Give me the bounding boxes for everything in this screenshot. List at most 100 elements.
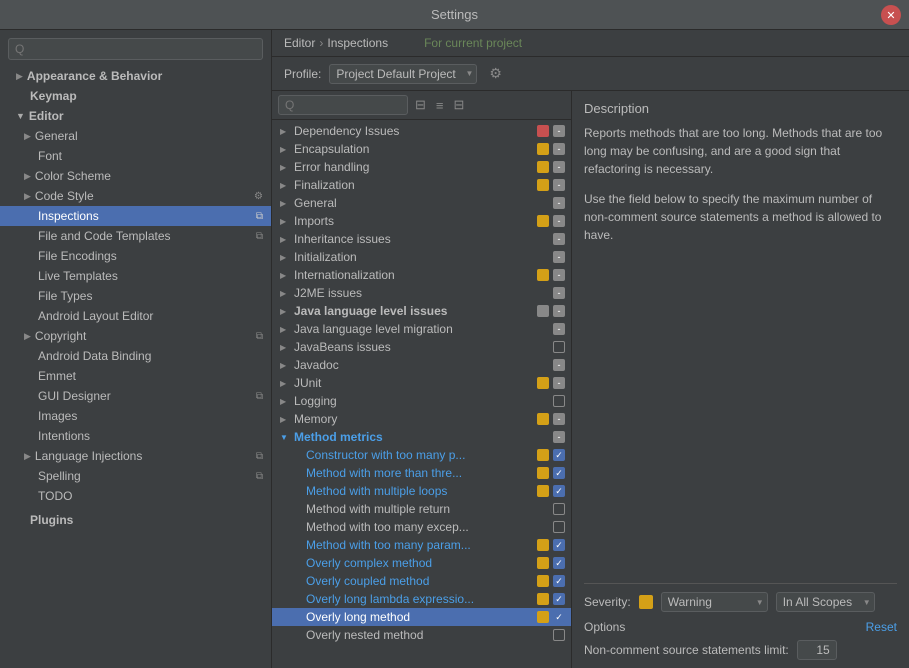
checkbox[interactable]: ✓ xyxy=(553,593,565,605)
gear-button[interactable]: ⚙ xyxy=(485,63,506,84)
sidebar-item-language-injections[interactable]: ▶ Language Injections ⧉ xyxy=(0,446,271,466)
inspection-item-j2me[interactable]: ▶ J2ME issues - xyxy=(272,284,571,302)
checkbox[interactable]: ✓ xyxy=(553,611,565,623)
item-label: Overly long method xyxy=(306,610,533,624)
sidebar-item-file-code-templates[interactable]: File and Code Templates ⧉ xyxy=(0,226,271,246)
inspection-item-dep-issues[interactable]: ▶ Dependency Issues - xyxy=(272,122,571,140)
checkbox[interactable] xyxy=(553,629,565,641)
sidebar-item-inspections[interactable]: Inspections ⧉ xyxy=(0,206,271,226)
sidebar-item-images[interactable]: Images xyxy=(0,406,271,426)
sidebar-item-intentions[interactable]: Intentions xyxy=(0,426,271,446)
inspection-item-javabeans[interactable]: ▶ JavaBeans issues xyxy=(272,338,571,356)
checkbox[interactable]: ✓ xyxy=(553,557,565,569)
checkbox[interactable]: ✓ xyxy=(553,539,565,551)
checkbox[interactable]: - xyxy=(553,431,565,443)
inspection-item-java-lang-mig[interactable]: ▶ Java language level migration - xyxy=(272,320,571,338)
noncmt-value-input[interactable] xyxy=(797,640,837,660)
inspections-search-input[interactable] xyxy=(278,95,408,115)
checkbox[interactable]: - xyxy=(553,377,565,389)
inspection-item-overly-long-method[interactable]: Overly long method ✓ xyxy=(272,608,571,626)
checkbox[interactable]: ✓ xyxy=(553,467,565,479)
checkbox[interactable]: - xyxy=(553,287,565,299)
sidebar-item-spelling[interactable]: Spelling ⧉ xyxy=(0,466,271,486)
profile-select[interactable]: Project Default Project xyxy=(329,64,477,84)
inspection-item-overly-coupled[interactable]: Overly coupled method ✓ xyxy=(272,572,571,590)
checkbox[interactable]: - xyxy=(553,305,565,317)
inspection-item-overly-long-lambda[interactable]: Overly long lambda expressio... ✓ xyxy=(272,590,571,608)
inspection-item-initialization[interactable]: ▶ Initialization - xyxy=(272,248,571,266)
checkbox[interactable]: ✓ xyxy=(553,575,565,587)
inspection-item-method-three[interactable]: Method with more than thre... ✓ xyxy=(272,464,571,482)
sort-button[interactable]: ≡ xyxy=(433,96,447,115)
severity-select[interactable]: Warning Error Info Weak Warning xyxy=(661,592,768,612)
options-panel: Severity: Warning Error Info Weak Warnin… xyxy=(572,584,909,668)
filter-button[interactable]: ⊟ xyxy=(412,95,429,115)
inspection-item-overly-complex[interactable]: Overly complex method ✓ xyxy=(272,554,571,572)
checkbox[interactable]: - xyxy=(553,359,565,371)
inspection-item-constructor[interactable]: Constructor with too many p... ✓ xyxy=(272,446,571,464)
inspection-item-encapsulation[interactable]: ▶ Encapsulation - xyxy=(272,140,571,158)
sidebar-item-live-templates[interactable]: Live Templates xyxy=(0,266,271,286)
checkbox[interactable]: - xyxy=(553,233,565,245)
inspection-item-too-many-except[interactable]: Method with too many excep... xyxy=(272,518,571,536)
sidebar-item-general[interactable]: ▶ General xyxy=(0,126,271,146)
sidebar-item-plugins[interactable]: Plugins xyxy=(0,510,271,530)
sidebar-item-android-data-binding[interactable]: Android Data Binding xyxy=(0,346,271,366)
inspection-item-multiple-loops[interactable]: Method with multiple loops ✓ xyxy=(272,482,571,500)
sidebar-item-label: Plugins xyxy=(30,513,73,527)
checkbox[interactable]: - xyxy=(553,215,565,227)
sidebar-item-file-types[interactable]: File Types xyxy=(0,286,271,306)
checkbox[interactable] xyxy=(553,521,565,533)
inspection-item-intl[interactable]: ▶ Internationalization - xyxy=(272,266,571,284)
checkbox[interactable]: - xyxy=(553,197,565,209)
checkbox[interactable]: ✓ xyxy=(553,485,565,497)
scope-select[interactable]: In All Scopes In Tests xyxy=(776,592,875,612)
sidebar-item-font[interactable]: Font xyxy=(0,146,271,166)
sidebar-item-code-style[interactable]: ▶ Code Style ⚙ xyxy=(0,186,271,206)
for-current-project-link[interactable]: For current project xyxy=(424,36,522,50)
inspection-item-inheritance[interactable]: ▶ Inheritance issues - xyxy=(272,230,571,248)
inspection-item-javadoc[interactable]: ▶ Javadoc - xyxy=(272,356,571,374)
sidebar-item-gui-designer[interactable]: GUI Designer ⧉ xyxy=(0,386,271,406)
severity-dot xyxy=(537,305,549,317)
checkbox[interactable] xyxy=(553,341,565,353)
inspection-item-overly-nested[interactable]: Overly nested method xyxy=(272,626,571,644)
checkbox[interactable]: - xyxy=(553,161,565,173)
checkbox[interactable]: - xyxy=(553,251,565,263)
checkbox[interactable] xyxy=(553,395,565,407)
sidebar-item-keymap[interactable]: Keymap xyxy=(0,86,271,106)
sidebar-item-copyright[interactable]: ▶ Copyright ⧉ xyxy=(0,326,271,346)
sidebar-item-appearance[interactable]: ▶ Appearance & Behavior xyxy=(0,66,271,86)
sidebar-item-emmet[interactable]: Emmet xyxy=(0,366,271,386)
checkbox[interactable]: - xyxy=(553,413,565,425)
inspection-item-memory[interactable]: ▶ Memory - xyxy=(272,410,571,428)
inspection-item-finalization[interactable]: ▶ Finalization - xyxy=(272,176,571,194)
checkbox[interactable]: - xyxy=(553,143,565,155)
sidebar-item-color-scheme[interactable]: ▶ Color Scheme xyxy=(0,166,271,186)
inspection-item-method-metrics[interactable]: ▼ Method metrics - xyxy=(272,428,571,446)
expand-icon: ▶ xyxy=(280,289,290,298)
inspection-item-too-many-param[interactable]: Method with too many param... ✓ xyxy=(272,536,571,554)
sidebar-item-editor[interactable]: ▼ Editor xyxy=(0,106,271,126)
sidebar-item-android-layout-editor[interactable]: Android Layout Editor xyxy=(0,306,271,326)
sidebar-search-input[interactable] xyxy=(8,38,263,60)
checkbox[interactable]: ✓ xyxy=(553,449,565,461)
checkbox[interactable]: - xyxy=(553,323,565,335)
options-reset[interactable]: Reset xyxy=(866,620,897,634)
inspection-item-junit[interactable]: ▶ JUnit - xyxy=(272,374,571,392)
inspections-area: ⊟ ≡ ⊟ ▶ Dependency Issues - xyxy=(272,91,909,668)
inspection-item-multiple-return[interactable]: Method with multiple return xyxy=(272,500,571,518)
sidebar-item-todo[interactable]: TODO xyxy=(0,486,271,506)
checkbox[interactable]: - xyxy=(553,179,565,191)
sidebar-item-file-encodings[interactable]: File Encodings xyxy=(0,246,271,266)
close-button[interactable]: ✕ xyxy=(881,5,901,25)
inspection-item-java-lang-level[interactable]: ▶ Java language level issues - xyxy=(272,302,571,320)
checkbox[interactable]: - xyxy=(553,125,565,137)
inspection-item-logging[interactable]: ▶ Logging xyxy=(272,392,571,410)
checkbox[interactable]: - xyxy=(553,269,565,281)
inspection-item-error-handling[interactable]: ▶ Error handling - xyxy=(272,158,571,176)
collapse-button[interactable]: ⊟ xyxy=(451,95,468,115)
checkbox[interactable] xyxy=(553,503,565,515)
inspection-item-imports[interactable]: ▶ Imports - xyxy=(272,212,571,230)
inspection-item-general[interactable]: ▶ General - xyxy=(272,194,571,212)
